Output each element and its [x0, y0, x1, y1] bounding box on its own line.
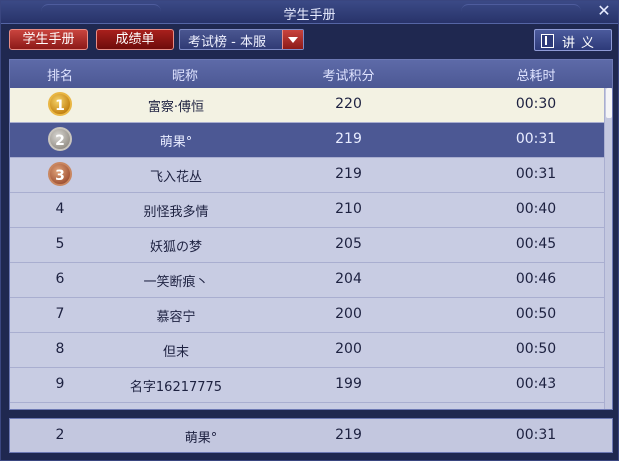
table-row[interactable]: 4 别怪我多情 210 00:40	[10, 193, 604, 228]
my-nickname-cell: 萌果°	[184, 431, 218, 446]
time-cell: 00:46	[515, 271, 557, 287]
rank-cell: 4	[55, 201, 65, 217]
column-header-score: 考试积分	[322, 69, 375, 84]
time-cell: 00:43	[515, 376, 557, 392]
student-handbook-window: 学生手册 ✕ 学生手册 成绩单 考试榜 - 本服 讲义 排名 昵称 考试积分 总…	[0, 0, 619, 461]
table-body: 1 富察·傅恒 220 00:30 2 萌果° 219 00:31 3 飞入花丛…	[10, 88, 604, 403]
time-cell: 00:50	[515, 306, 557, 322]
nickname-cell: 富察·傅恒	[147, 100, 205, 115]
time-cell: 00:40	[515, 201, 557, 217]
score-cell: 205	[335, 236, 362, 252]
table-scrollbar[interactable]	[604, 88, 612, 409]
nickname-cell: 但末	[162, 345, 189, 360]
score-cell: 219	[335, 166, 362, 182]
title-bar: 学生手册 ✕	[1, 1, 618, 24]
score-cell: 219	[335, 131, 362, 147]
bronze-medal-icon: 3	[48, 162, 72, 186]
dropdown-arrow-icon[interactable]	[282, 30, 303, 49]
rank-cell: 6	[55, 271, 65, 287]
lecture-button-label: 讲义	[562, 36, 601, 51]
table-row[interactable]: 7 慕容宁 200 00:50	[10, 298, 604, 333]
time-cell: 00:31	[515, 166, 557, 182]
rank-cell: 1	[10, 92, 110, 116]
nickname-cell: 名字16217775	[129, 380, 223, 395]
silver-medal-icon: 2	[48, 127, 72, 151]
score-cell: 204	[335, 271, 362, 287]
close-icon[interactable]: ✕	[596, 2, 612, 20]
my-time-cell: 00:31	[515, 427, 557, 443]
column-header-rank: 排名	[46, 69, 73, 84]
rank-cell: 8	[55, 341, 65, 357]
nickname-cell: 别怪我多情	[143, 205, 209, 220]
rank-cell: 3	[10, 162, 110, 186]
book-icon	[541, 34, 554, 48]
table-row-selected[interactable]: 2 萌果° 219 00:31	[10, 123, 604, 158]
rank-cell: 7	[55, 306, 65, 322]
time-cell: 00:45	[515, 236, 557, 252]
score-cell: 199	[335, 376, 362, 392]
table-row[interactable]: 9 名字16217775 199 00:43	[10, 368, 604, 403]
score-cell: 200	[335, 341, 362, 357]
table-row[interactable]: 3 飞入花丛 219 00:31	[10, 158, 604, 193]
nickname-cell: 一笑断痕丶	[143, 275, 209, 290]
table-row[interactable]: 8 但末 200 00:50	[10, 333, 604, 368]
time-cell: 00:30	[515, 96, 557, 112]
nickname-cell: 妖狐の梦	[149, 240, 202, 255]
time-cell: 00:50	[515, 341, 557, 357]
rank-cell: 2	[10, 127, 110, 151]
score-cell: 200	[335, 306, 362, 322]
score-cell: 210	[335, 201, 362, 217]
ranking-table: 排名 昵称 考试积分 总耗时 1 富察·傅恒 220 00:30 2 萌果° 2…	[9, 59, 613, 410]
handbook-button[interactable]: 学生手册	[9, 29, 88, 50]
window-title: 学生手册	[283, 8, 336, 23]
nickname-cell: 慕容宁	[156, 310, 196, 325]
table-row[interactable]: 1 富察·傅恒 220 00:30	[10, 88, 604, 123]
ranking-select-value: 考试榜 - 本服	[188, 35, 266, 50]
scrollbar-thumb[interactable]	[606, 88, 612, 118]
table-header: 排名 昵称 考试积分 总耗时	[10, 60, 612, 88]
my-rank-row: 2 萌果° 219 00:31	[9, 418, 613, 453]
column-header-nickname: 昵称	[171, 69, 198, 84]
lecture-button[interactable]: 讲义	[534, 29, 612, 51]
my-rank-cell: 2	[55, 427, 65, 443]
rank-cell: 5	[55, 236, 65, 252]
table-row[interactable]: 6 一笑断痕丶 204 00:46	[10, 263, 604, 298]
toolbar: 学生手册 成绩单 考试榜 - 本服 讲义	[1, 25, 618, 55]
nickname-cell: 萌果°	[159, 135, 193, 150]
table-row[interactable]: 5 妖狐の梦 205 00:45	[10, 228, 604, 263]
report-card-button[interactable]: 成绩单	[96, 29, 174, 50]
my-score-cell: 219	[335, 427, 362, 443]
nickname-cell: 飞入花丛	[149, 170, 202, 185]
rank-cell: 9	[55, 376, 65, 392]
ranking-select[interactable]: 考试榜 - 本服	[179, 29, 304, 50]
column-header-time: 总耗时	[516, 69, 556, 84]
gold-medal-icon: 1	[48, 92, 72, 116]
time-cell: 00:31	[515, 131, 557, 147]
score-cell: 220	[335, 96, 362, 112]
